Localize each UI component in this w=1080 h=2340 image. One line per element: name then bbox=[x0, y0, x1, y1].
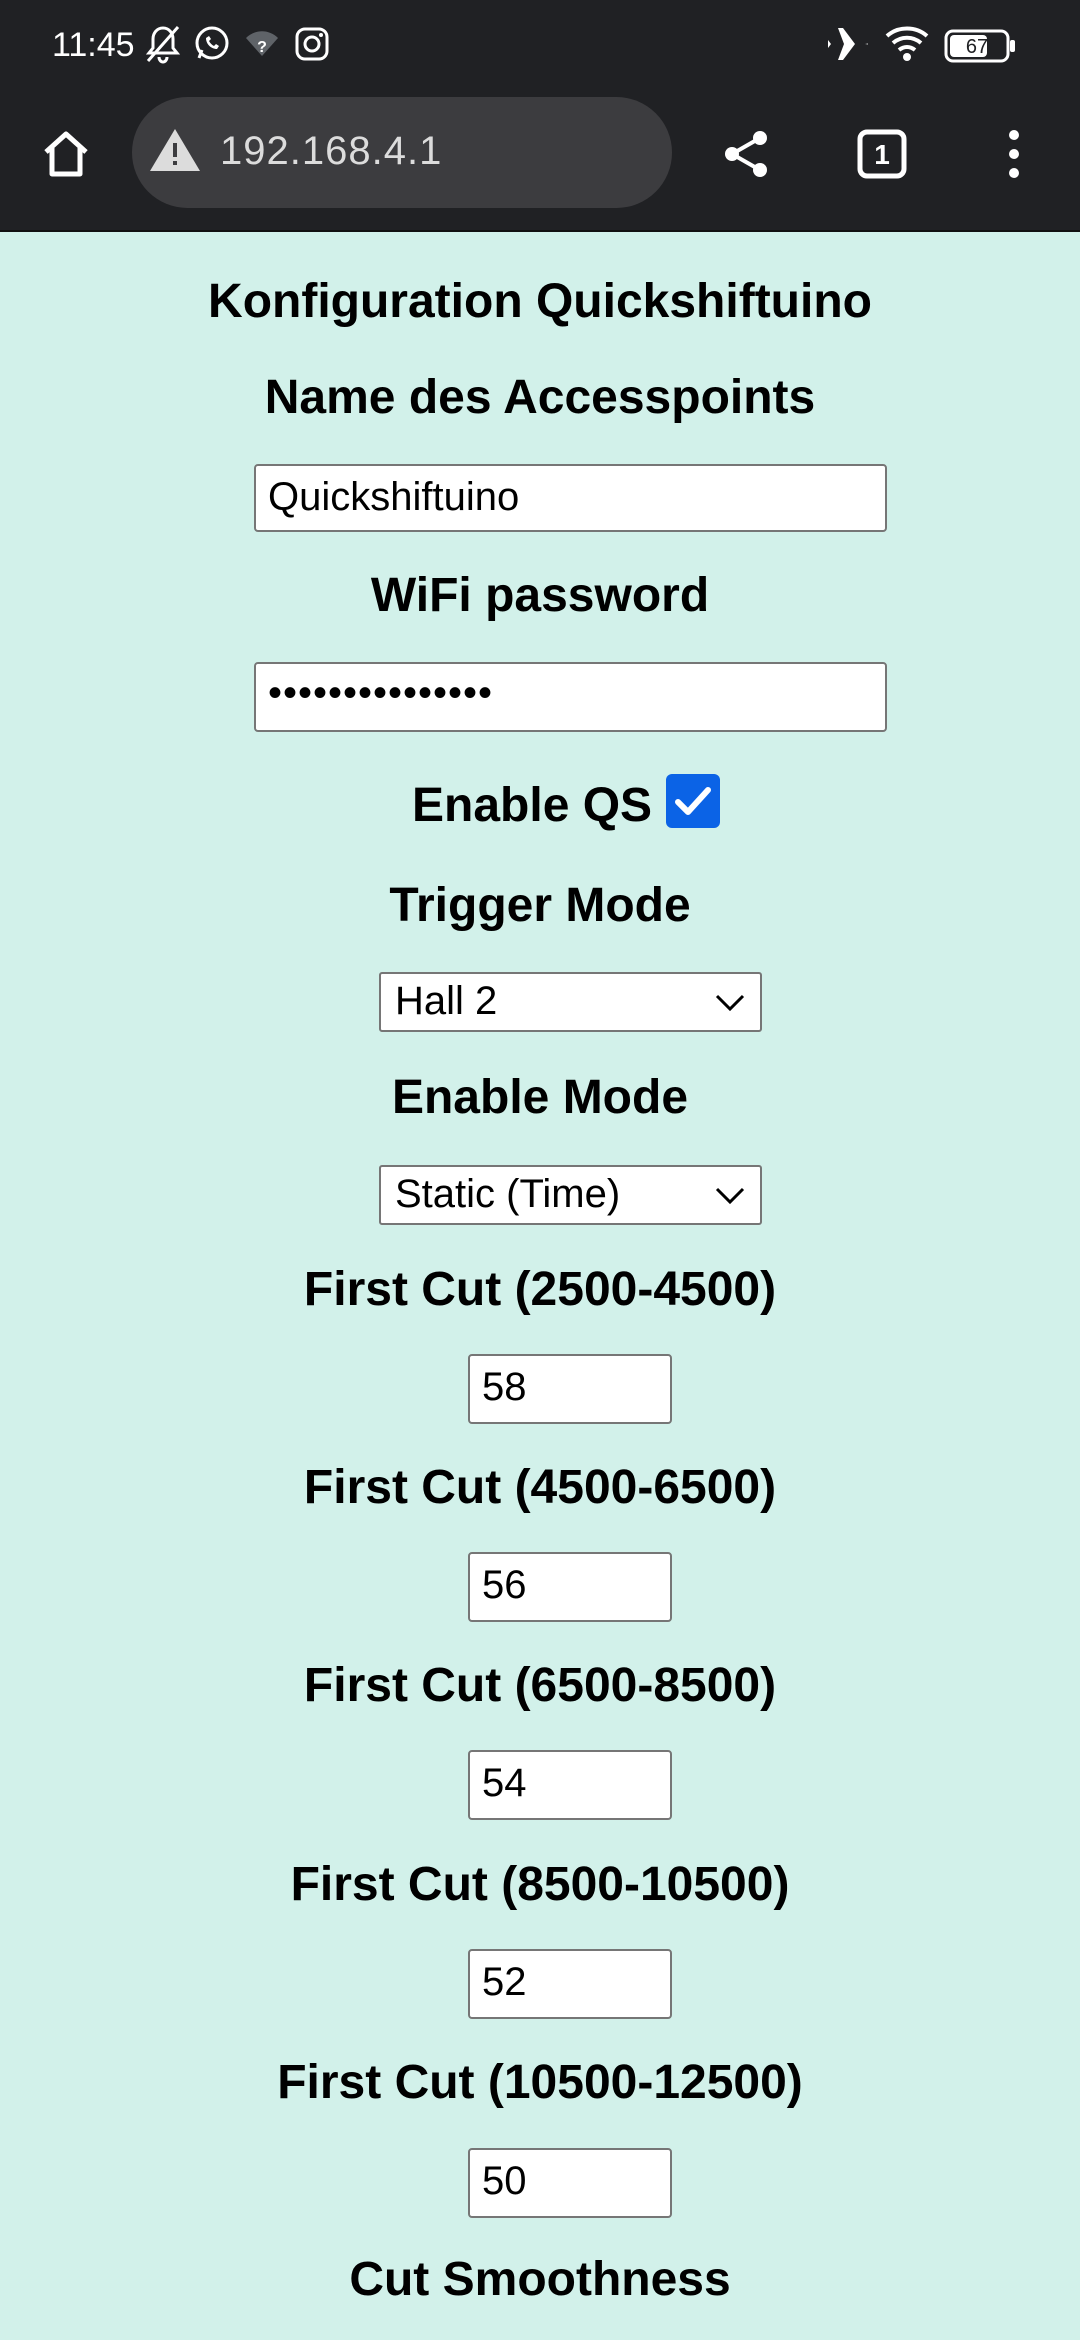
trigger-mode-label: Trigger Mode bbox=[389, 879, 691, 932]
first-cut-input-5[interactable]: 50 bbox=[468, 2148, 672, 2218]
url-text[interactable]: 192.168.4.1 bbox=[220, 129, 442, 174]
ap-name-label: Name des Accesspoints bbox=[264, 371, 816, 424]
tabs-button[interactable]: 1 bbox=[846, 118, 918, 190]
instagram-icon bbox=[294, 24, 330, 69]
bell-off-icon bbox=[145, 24, 181, 69]
first-cut-input-4[interactable]: 52 bbox=[468, 1949, 672, 2019]
trigger-mode-value: Hall 2 bbox=[395, 979, 498, 1023]
status-bar: 11:45 ? 67 bbox=[0, 0, 1080, 95]
enable-mode-value: Static (Time) bbox=[395, 1172, 621, 1216]
trigger-mode-select[interactable]: Hall 2 bbox=[379, 972, 762, 1032]
tabs-icon: 1 bbox=[857, 129, 907, 179]
chevron-down-icon bbox=[715, 994, 745, 1012]
battery-icon: 67 bbox=[944, 27, 1016, 72]
home-button[interactable] bbox=[30, 118, 102, 190]
status-time: 11:45 bbox=[52, 26, 135, 64]
ap-name-input[interactable]: Quickshiftuino bbox=[254, 464, 887, 532]
wifi-password-input[interactable]: ••••••••••••••• bbox=[254, 662, 887, 732]
first-cut-label-3: First Cut (6500-8500) bbox=[303, 1659, 777, 1712]
share-button[interactable] bbox=[710, 118, 782, 190]
enable-qs-checkbox[interactable] bbox=[666, 774, 720, 828]
airplane-icon bbox=[826, 24, 870, 69]
svg-text:?: ? bbox=[257, 39, 267, 56]
page-title: Konfiguration Quickshiftuino bbox=[208, 275, 872, 328]
first-cut-input-2[interactable]: 56 bbox=[468, 1552, 672, 1622]
enable-mode-select[interactable]: Static (Time) bbox=[379, 1165, 762, 1225]
first-cut-label-4: First Cut (8500-10500) bbox=[290, 1858, 790, 1911]
first-cut-label-1: First Cut (2500-4500) bbox=[303, 1263, 777, 1316]
whatsapp-icon bbox=[193, 24, 231, 69]
home-icon bbox=[44, 131, 88, 177]
tab-count: 1 bbox=[874, 139, 890, 170]
first-cut-input-3[interactable]: 54 bbox=[468, 1750, 672, 1820]
more-icon bbox=[1009, 130, 1019, 178]
first-cut-label-5: First Cut (10500-12500) bbox=[277, 2056, 803, 2109]
wifi-unknown-icon: ? bbox=[244, 24, 280, 69]
enable-mode-label: Enable Mode bbox=[391, 1071, 689, 1124]
enable-qs-label: Enable QS bbox=[412, 779, 653, 832]
wifi-password-label: WiFi password bbox=[370, 569, 710, 622]
warning-icon[interactable] bbox=[148, 125, 202, 180]
battery-level: 67 bbox=[966, 36, 988, 58]
first-cut-input-1[interactable]: 58 bbox=[468, 1354, 672, 1424]
cut-smoothness-label: Cut Smoothness bbox=[349, 2253, 731, 2306]
wifi-icon bbox=[884, 24, 930, 69]
url-bar[interactable]: 192.168.4.1 bbox=[132, 97, 672, 208]
checkmark-icon bbox=[675, 787, 711, 815]
page-content: Konfiguration Quickshiftuino Name des Ac… bbox=[0, 232, 1080, 2340]
share-icon bbox=[725, 131, 767, 177]
enable-qs-row: Enable QS bbox=[0, 770, 1080, 840]
chevron-down-icon bbox=[715, 1187, 745, 1205]
first-cut-label-2: First Cut (4500-6500) bbox=[303, 1461, 777, 1514]
more-menu-button[interactable] bbox=[984, 118, 1044, 190]
